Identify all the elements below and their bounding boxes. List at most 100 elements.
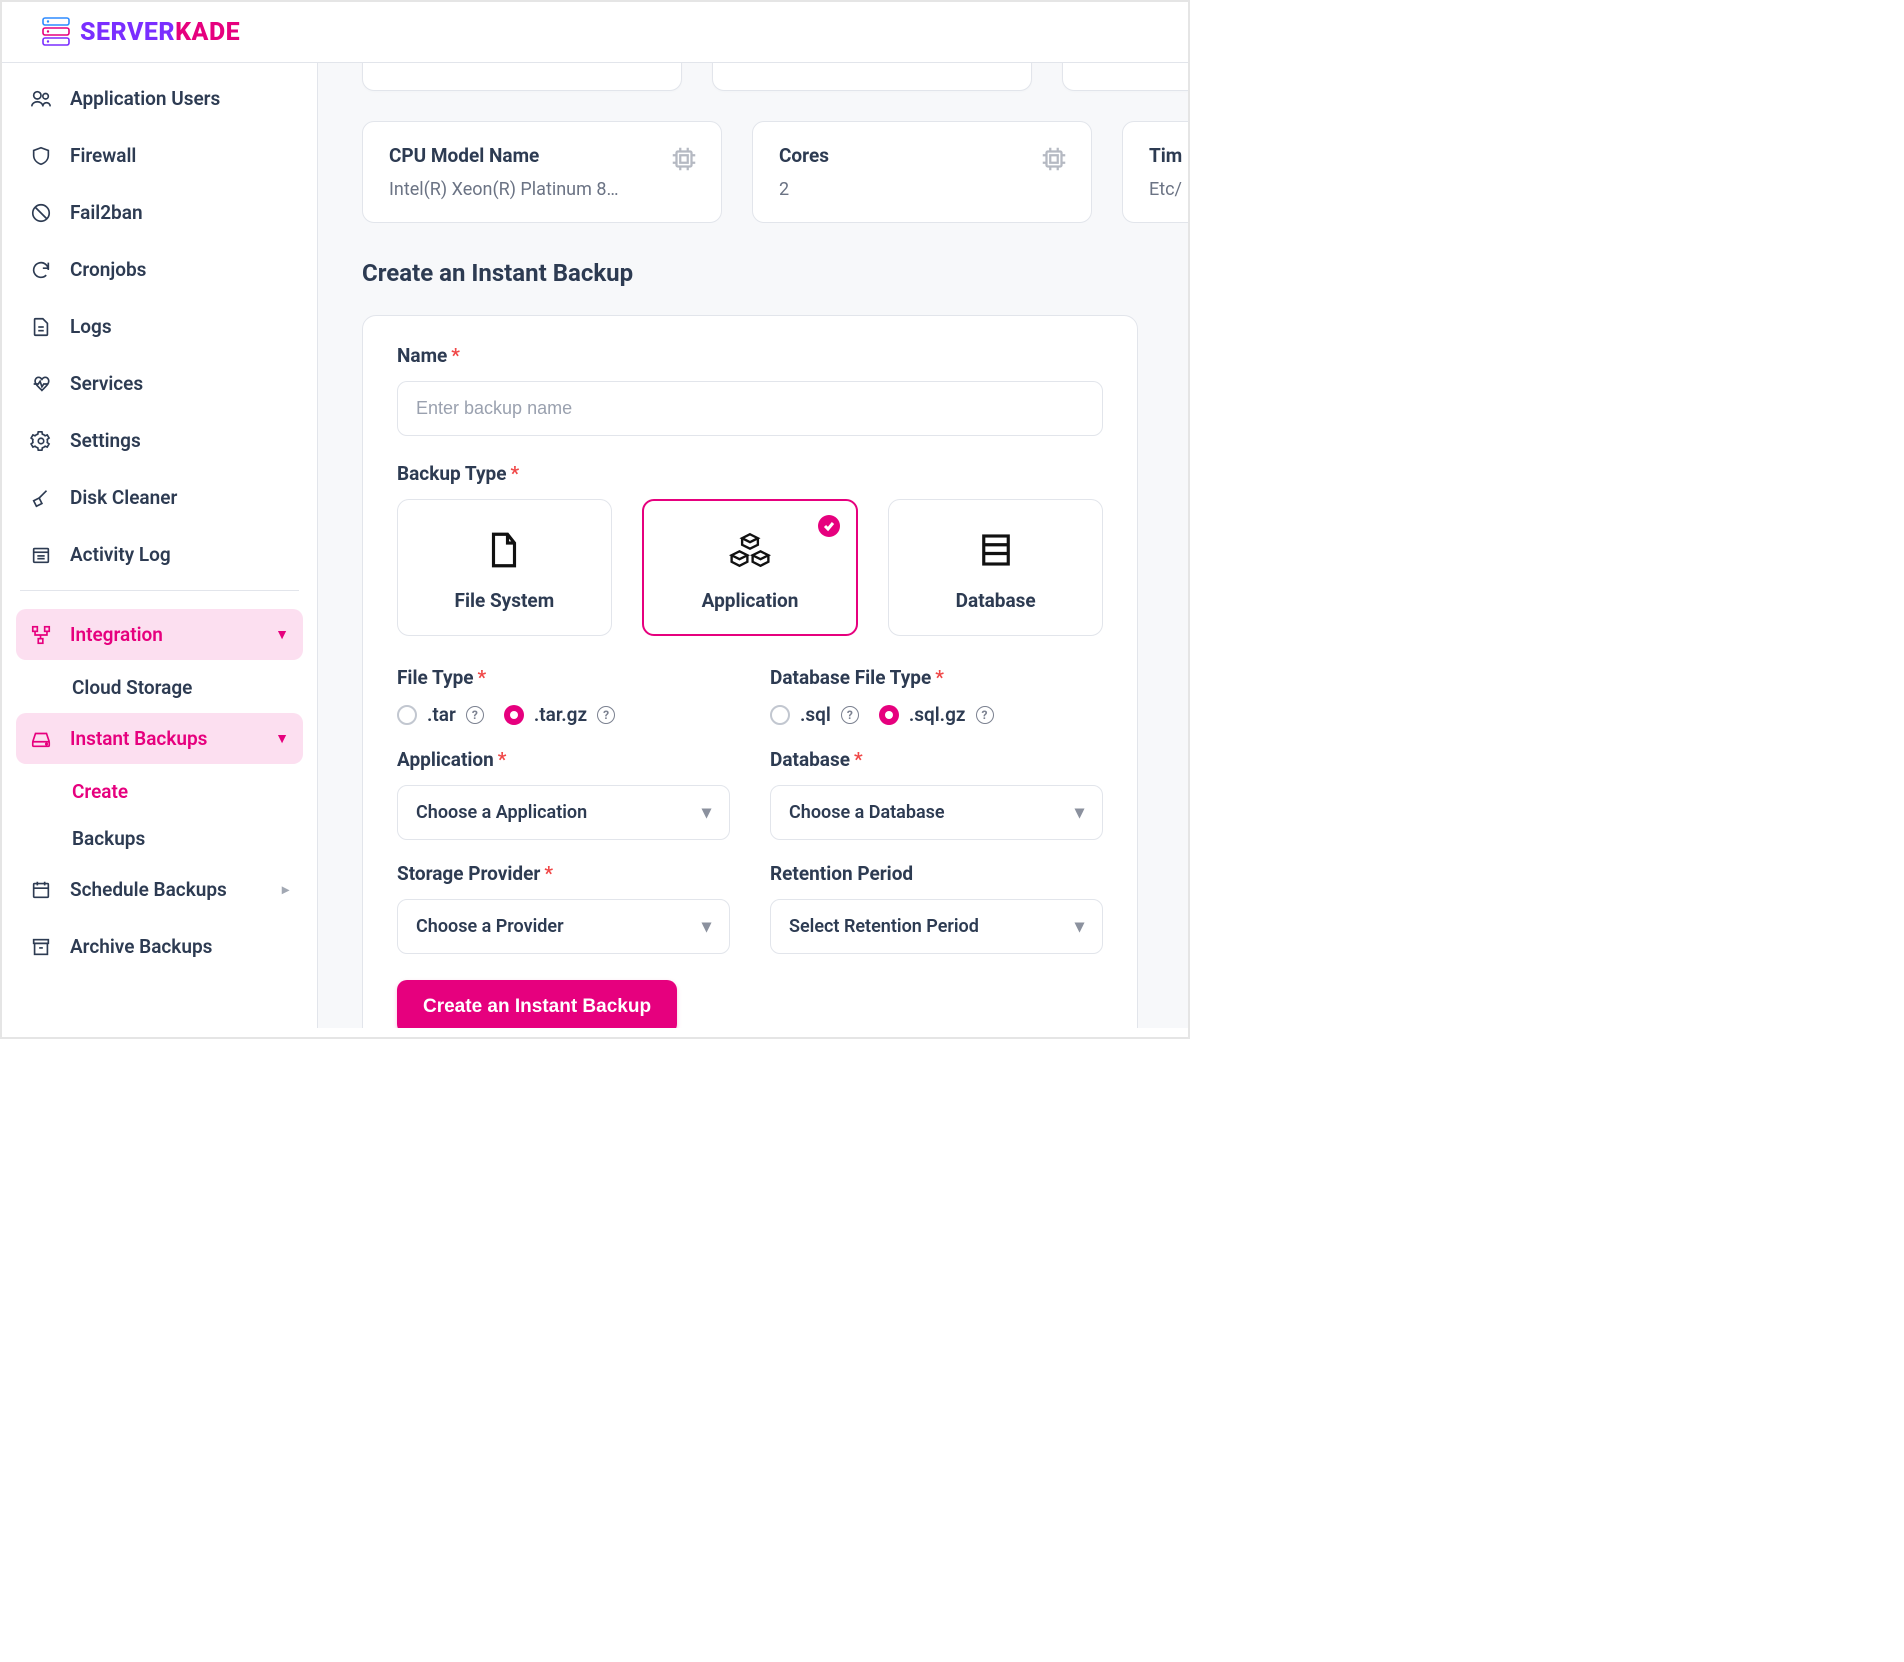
sidebar-item-label: Instant Backups: [70, 727, 207, 750]
chip-icon: [1039, 144, 1069, 178]
sidebar-item-label: Cronjobs: [70, 258, 146, 281]
sidebar-item-application-users[interactable]: Application Users: [16, 73, 303, 124]
application-select[interactable]: Choose a Application ▾: [397, 785, 730, 840]
sidebar-item-label: Archive Backups: [70, 935, 212, 958]
radio-label: .tar: [427, 703, 456, 726]
sidebar-item-label: Integration: [70, 623, 163, 646]
sidebar-item-services[interactable]: Services: [16, 358, 303, 409]
file-icon: [30, 316, 52, 338]
sidebar-item-firewall[interactable]: Firewall: [16, 130, 303, 181]
brand-logo[interactable]: SERVERKADE: [42, 16, 240, 48]
file-icon: [483, 529, 525, 571]
radio-icon: [770, 705, 790, 725]
type-label: File System: [455, 589, 555, 612]
sidebar-item-schedule-backups[interactable]: Schedule Backups ▸: [16, 864, 303, 915]
sidebar-item-disk-cleaner[interactable]: Disk Cleaner: [16, 472, 303, 523]
sidebar-item-label: Firewall: [70, 144, 136, 167]
sidebar-item-archive-backups[interactable]: Archive Backups: [16, 921, 303, 972]
select-value: Choose a Database: [789, 802, 945, 823]
radio-sqlgz[interactable]: .sql.gz ?: [879, 703, 994, 726]
sidebar-sub-create[interactable]: Create: [16, 770, 303, 813]
info-cards-row: CPU Model Name Intel(R) Xeon(R) Platinum…: [362, 121, 1188, 223]
radio-icon: [397, 705, 417, 725]
sidebar-item-activity-log[interactable]: Activity Log: [16, 529, 303, 580]
gear-icon: [30, 430, 52, 452]
sidebar-item-cronjobs[interactable]: Cronjobs: [16, 244, 303, 295]
brand-icon: [42, 16, 70, 48]
info-value: 2: [779, 179, 1065, 200]
sidebar-sub-cloud-storage[interactable]: Cloud Storage: [16, 666, 303, 709]
type-label: Backup Type*: [397, 462, 1103, 485]
brand-text: SERVERKADE: [80, 18, 240, 47]
sidebar-item-logs[interactable]: Logs: [16, 301, 303, 352]
info-card-cores: Cores 2: [752, 121, 1092, 223]
backup-type-row: File System Application Database: [397, 499, 1103, 636]
application-label: Application*: [397, 748, 730, 771]
select-value: Choose a Application: [416, 802, 587, 823]
info-card-timezone: Tim Etc/: [1122, 121, 1188, 223]
info-card-cpu: CPU Model Name Intel(R) Xeon(R) Platinum…: [362, 121, 722, 223]
retention-select[interactable]: Select Retention Period ▾: [770, 899, 1103, 954]
sidebar-item-label: Schedule Backups: [70, 878, 227, 901]
storage-select[interactable]: Choose a Provider ▾: [397, 899, 730, 954]
help-icon[interactable]: ?: [597, 706, 615, 724]
help-icon[interactable]: ?: [841, 706, 859, 724]
info-title: Cores: [779, 144, 1065, 167]
type-card-database[interactable]: Database: [888, 499, 1103, 636]
sidebar-item-label: Services: [70, 372, 143, 395]
type-label: Application: [702, 589, 799, 612]
ghost-card: [712, 63, 1032, 91]
integration-icon: [30, 624, 52, 646]
chevron-down-icon: ▾: [1075, 802, 1084, 823]
database-select[interactable]: Choose a Database ▾: [770, 785, 1103, 840]
chevron-down-icon: ▼: [275, 626, 289, 643]
radio-sql[interactable]: .sql ?: [770, 703, 859, 726]
sidebar: Application Users Firewall Fail2ban Cron…: [2, 63, 318, 1028]
sidebar-item-integration[interactable]: Integration ▼: [16, 609, 303, 660]
help-icon[interactable]: ?: [976, 706, 994, 724]
sidebar-item-label: Activity Log: [70, 543, 171, 566]
sidebar-item-label: Disk Cleaner: [70, 486, 177, 509]
sidebar-item-instant-backups[interactable]: Instant Backups ▼: [16, 713, 303, 764]
sidebar-divider: [20, 590, 299, 591]
app-header: SERVERKADE: [2, 2, 1188, 63]
main-content: CPU Model Name Intel(R) Xeon(R) Platinum…: [318, 63, 1188, 1028]
list-icon: [30, 544, 52, 566]
type-card-filesystem[interactable]: File System: [397, 499, 612, 636]
ban-icon: [30, 202, 52, 224]
select-value: Select Retention Period: [789, 916, 979, 937]
help-icon[interactable]: ?: [466, 706, 484, 724]
storage-label: Storage Provider*: [397, 862, 730, 885]
radio-tar[interactable]: .tar ?: [397, 703, 484, 726]
sidebar-item-fail2ban[interactable]: Fail2ban: [16, 187, 303, 238]
cubes-icon: [729, 529, 771, 571]
filetype-label: File Type*: [397, 666, 730, 689]
create-backup-button[interactable]: Create an Instant Backup: [397, 980, 677, 1028]
chevron-down-icon: ▼: [275, 730, 289, 747]
database-icon: [975, 529, 1017, 571]
ghost-card: [362, 63, 682, 91]
info-title: Tim: [1149, 144, 1188, 167]
sidebar-sub-backups[interactable]: Backups: [16, 817, 303, 860]
database-label: Database*: [770, 748, 1103, 771]
retention-label: Retention Period: [770, 862, 1103, 885]
shield-icon: [30, 145, 52, 167]
radio-targz[interactable]: .tar.gz ?: [504, 703, 615, 726]
chevron-down-icon: ▾: [702, 916, 711, 937]
sidebar-item-settings[interactable]: Settings: [16, 415, 303, 466]
sidebar-item-label: Settings: [70, 429, 141, 452]
chevron-down-icon: ▾: [702, 802, 711, 823]
radio-icon: [504, 705, 524, 725]
chevron-right-icon: ▸: [282, 882, 289, 898]
check-icon: [818, 515, 840, 537]
drive-icon: [30, 728, 52, 750]
backup-name-input[interactable]: [397, 381, 1103, 436]
radio-icon: [879, 705, 899, 725]
sidebar-item-label: Fail2ban: [70, 201, 143, 224]
name-label: Name*: [397, 344, 1103, 367]
refresh-icon: [30, 259, 52, 281]
type-card-application[interactable]: Application: [642, 499, 859, 636]
broom-icon: [30, 487, 52, 509]
heart-activity-icon: [30, 373, 52, 395]
page-title: Create an Instant Backup: [362, 259, 1188, 287]
